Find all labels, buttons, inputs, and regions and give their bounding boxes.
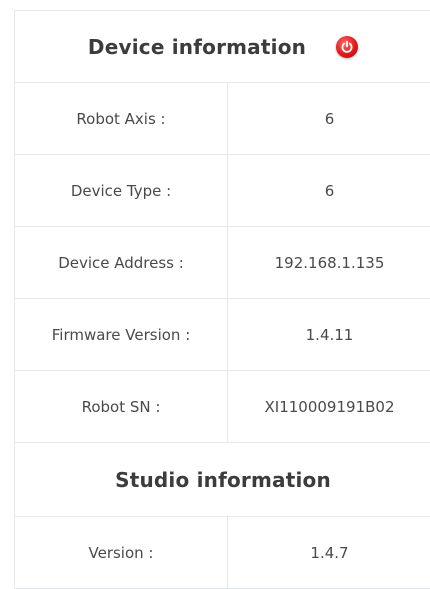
firmware-version-value: 1.4.11 [305,325,354,344]
robot-sn-label: Robot SN : [15,371,228,442]
device-type-value: 6 [324,181,335,200]
robot-axis-value: 6 [324,109,335,128]
device-information-header: Device information [15,11,430,83]
robot-sn-value: XI110009191B02 [264,397,395,416]
device-type-row: Device Type : 6 [15,155,430,227]
device-information-title: Device information [87,34,307,59]
info-panel: Device information Robot Axis : 6 Device… [14,10,430,589]
studio-version-label: Version : [15,517,228,588]
device-address-row: Device Address : 192.168.1.135 [15,227,430,299]
studio-information-header: Studio information [15,443,430,517]
robot-axis-row: Robot Axis : 6 [15,83,430,155]
device-type-label: Device Type : [15,155,228,226]
studio-version-value: 1.4.7 [310,543,349,562]
studio-version-row: Version : 1.4.7 [15,517,430,589]
device-information-title-wrap: Device information [87,34,359,59]
power-button[interactable] [336,35,359,58]
firmware-version-row: Firmware Version : 1.4.11 [15,299,430,371]
robot-axis-label: Robot Axis : [15,83,228,154]
device-address-label: Device Address : [15,227,228,298]
robot-sn-row: Robot SN : XI110009191B02 [15,371,430,443]
studio-information-title: Studio information [115,467,331,492]
device-address-value: 192.168.1.135 [274,253,385,272]
firmware-version-label: Firmware Version : [15,299,228,370]
power-icon [341,40,353,53]
